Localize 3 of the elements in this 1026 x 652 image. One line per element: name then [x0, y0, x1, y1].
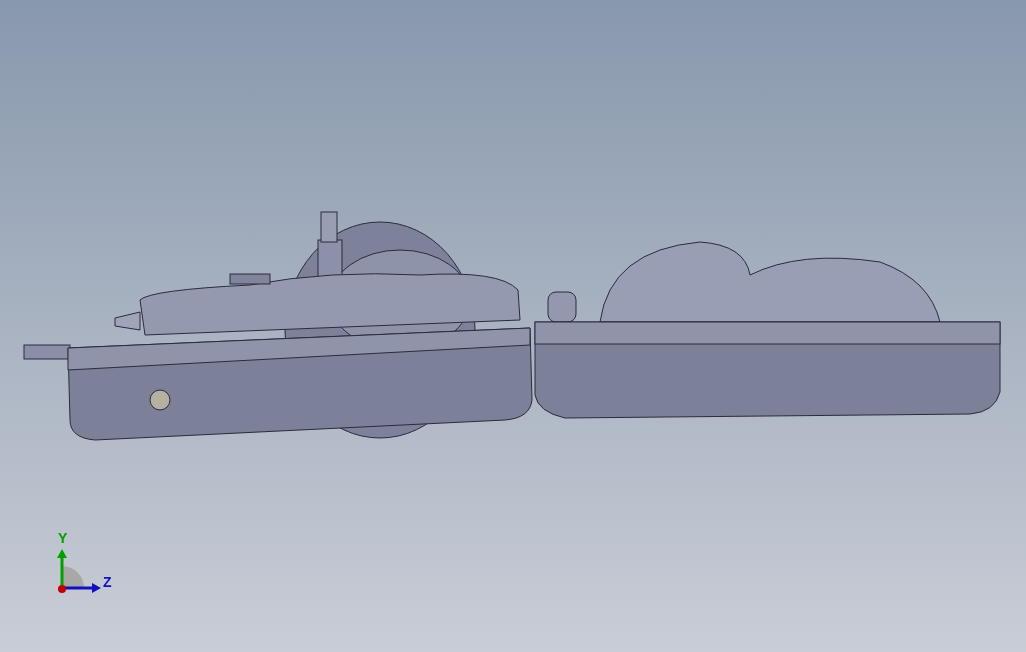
z-axis-label: Z	[103, 575, 112, 589]
y-axis-label: Y	[58, 531, 68, 545]
axis-triad-drawing	[56, 548, 102, 594]
